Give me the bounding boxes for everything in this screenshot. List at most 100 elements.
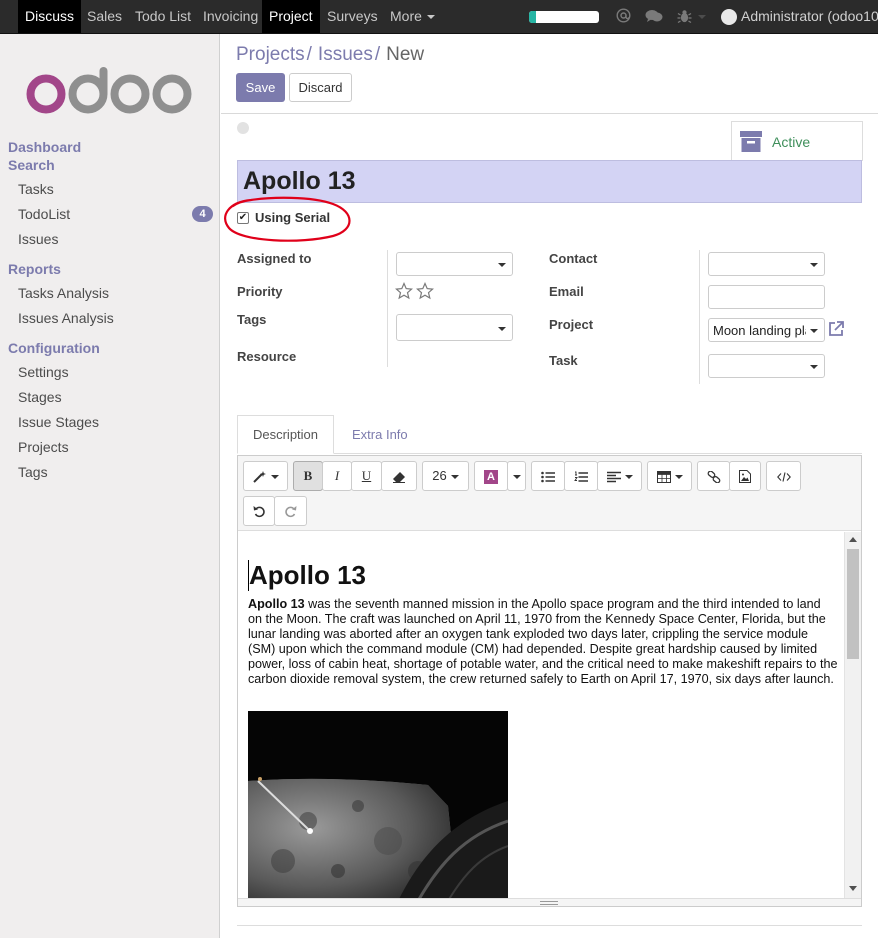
kanban-state-indicator[interactable] [237,122,249,134]
bug-icon[interactable] [677,9,692,24]
sidebar: Dashboard Search Tasks TodoList 4 Issues… [0,34,220,938]
save-button[interactable]: Save [236,73,285,102]
at-sign-icon[interactable] [616,8,631,23]
redo-button[interactable] [274,496,307,526]
table-dropdown[interactable] [647,461,692,491]
link-icon [707,470,720,484]
sidebar-item-tags[interactable]: Tags [18,464,48,480]
priority-label: Priority [237,284,283,299]
insert-link-button[interactable] [697,461,730,491]
image-file-icon [739,470,751,484]
chevron-down-icon [674,474,683,479]
sidebar-item-tasks-analysis[interactable]: Tasks Analysis [18,285,109,301]
user-menu[interactable]: Administrator (odoo10) [741,0,878,33]
breadcrumb-projects[interactable]: Projects [236,44,305,65]
chevron-down-icon[interactable] [698,15,706,19]
divider [237,925,862,926]
sidebar-heading-configuration[interactable]: Configuration [8,340,100,356]
style-dropdown-button[interactable] [243,461,288,491]
project-select[interactable]: Moon landing plan [708,318,825,342]
sidebar-item-issue-stages[interactable]: Issue Stages [18,414,99,430]
numbered-list-icon [574,471,588,482]
sidebar-item-issues[interactable]: Issues [18,231,58,247]
sidebar-heading-reports[interactable]: Reports [8,261,61,277]
magic-wand-icon [252,470,266,483]
tab-extra-info[interactable]: Extra Info [352,427,408,442]
sidebar-item-tasks[interactable]: Tasks [18,181,54,197]
insert-image-button[interactable] [729,461,761,491]
chevron-down-icon [426,15,435,20]
contact-select[interactable] [708,252,825,276]
sidebar-item-issues-analysis[interactable]: Issues Analysis [18,310,114,326]
breadcrumb-separator: / [374,44,381,65]
odoo-logo [26,67,192,114]
discard-button[interactable]: Discard [289,73,352,102]
unordered-list-button[interactable] [531,461,565,491]
todolist-count-badge: 4 [192,206,213,222]
priority-star-icon[interactable] [416,282,434,300]
bullet-list-icon [541,471,555,482]
sidebar-heading-search[interactable]: Search [8,157,55,173]
assigned-to-select[interactable] [396,252,513,276]
chevron-down-icon [498,327,506,331]
font-size-dropdown[interactable]: 26 [422,461,469,491]
font-color-button[interactable]: A [474,461,508,491]
tab-description[interactable]: Description [237,415,334,454]
contact-label: Contact [549,251,598,266]
editor-resize-handle[interactable] [238,898,861,906]
code-icon [776,471,791,482]
menu-invoicing[interactable]: Invoicing [203,0,258,33]
redo-icon [285,506,297,518]
menu-discuss[interactable]: Discuss [18,0,82,33]
divider [221,113,878,114]
menu-project[interactable]: Project [262,0,320,33]
sidebar-item-stages[interactable]: Stages [18,389,62,405]
lunar-surface-photo[interactable] [248,711,508,898]
italic-button[interactable]: I [322,461,352,491]
content-bold-title: Apollo 13 [248,597,305,611]
sidebar-item-settings[interactable]: Settings [18,364,69,380]
bold-button[interactable]: B [293,461,323,491]
menu-todo-list[interactable]: Todo List [135,0,191,33]
editor-content[interactable]: Apollo 13 Apollo 13 was the seventh mann… [238,532,844,898]
chevron-down-icon [624,474,633,479]
chevron-down-icon [270,474,279,479]
scrollbar-thumb[interactable] [847,549,859,659]
external-link-icon[interactable] [827,320,845,338]
chat-bubbles-icon[interactable] [645,9,663,23]
font-color-dropdown[interactable] [507,461,526,491]
editor-scrollbar[interactable] [844,532,861,898]
tags-select[interactable] [396,314,513,341]
breadcrumb-current: New [386,44,425,65]
priority-star-icon[interactable] [395,282,413,300]
active-toggle-button[interactable]: Active [731,121,863,161]
align-left-icon [606,471,621,482]
sidebar-item-projects[interactable]: Projects [18,439,69,455]
menu-surveys[interactable]: Surveys [327,0,378,33]
avatar[interactable] [721,9,737,25]
sidebar-item-todolist[interactable]: TodoList [18,206,70,222]
undo-button[interactable] [243,496,275,526]
scroll-up-arrow-icon[interactable] [849,537,857,542]
menu-more[interactable]: More [390,0,435,33]
chevron-down-icon [810,263,818,267]
clear-format-button[interactable] [381,461,417,491]
content-heading: Apollo 13 [248,560,367,591]
task-select[interactable] [708,354,825,378]
scroll-down-arrow-icon[interactable] [849,886,857,891]
active-label: Active [772,134,811,150]
menu-sales[interactable]: Sales [87,0,122,33]
chevron-down-icon [512,474,521,479]
underline-button[interactable]: U [351,461,382,491]
paragraph-align-dropdown[interactable] [597,461,642,491]
breadcrumb-issues[interactable]: Issues [318,44,373,65]
email-label: Email [549,284,584,299]
chevron-down-icon [810,329,818,333]
sidebar-heading-dashboard[interactable]: Dashboard [8,139,81,155]
divider [699,250,700,384]
ordered-list-button[interactable] [564,461,598,491]
eraser-icon [393,471,405,483]
project-value: Moon landing plan [713,323,806,338]
code-view-button[interactable] [766,461,801,491]
email-field[interactable] [708,285,825,309]
